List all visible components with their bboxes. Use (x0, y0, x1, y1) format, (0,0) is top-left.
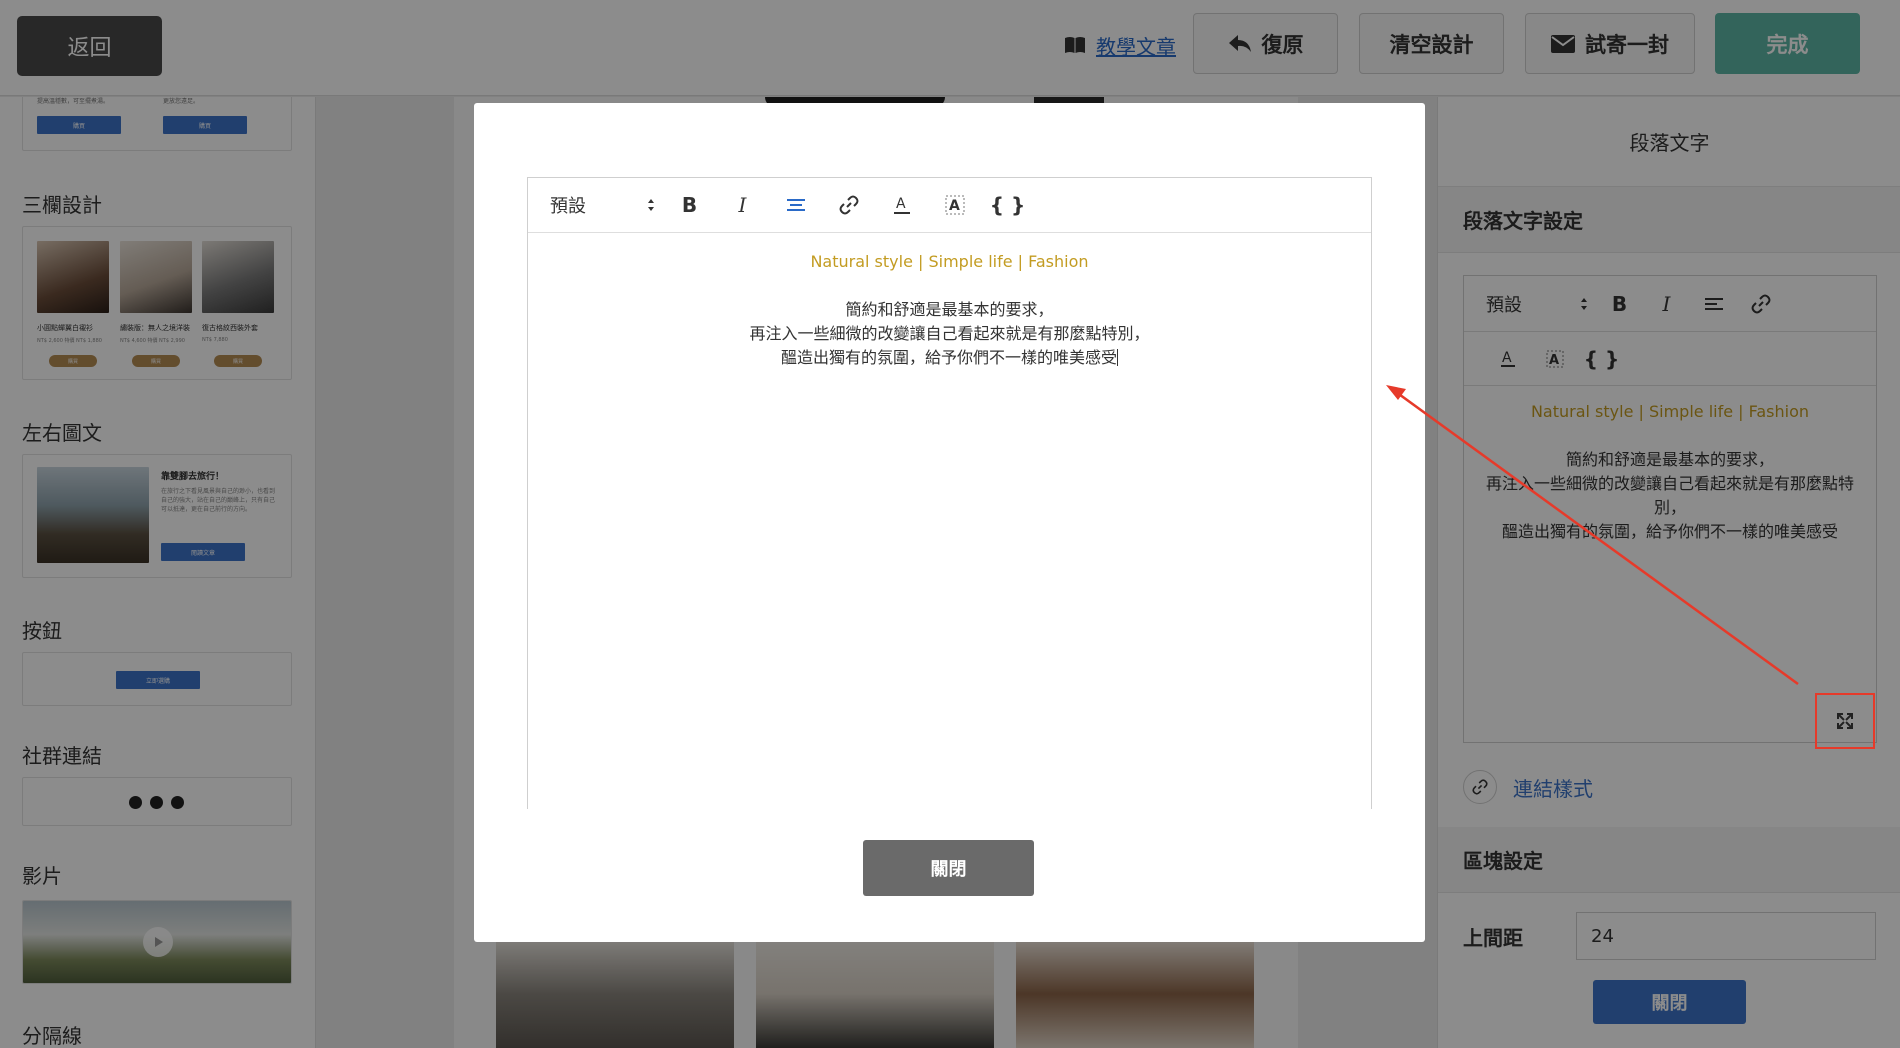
expanded-editor-modal: 預設 B I A A { } Natural style | Simple li… (474, 103, 1425, 942)
modal-close-button[interactable]: 關閉 (863, 840, 1034, 896)
expand-icon[interactable] (1836, 712, 1854, 730)
merge-tag-icon[interactable]: { } (981, 193, 1034, 217)
svg-text:A: A (949, 198, 960, 214)
content-line-3: 再注入一些細微的改變讓自己看起來就是有那麼點特別， (749, 324, 1150, 343)
text-cursor (1117, 349, 1118, 366)
editor-content[interactable]: Natural style | Simple life | Fashion 簡約… (528, 233, 1371, 370)
content-line-1: Natural style | Simple life | Fashion (810, 252, 1089, 271)
content-line-4-text: 醞造出獨有的氛圍，給予你們不一樣的唯美感受 (780, 348, 1117, 367)
link-icon[interactable] (822, 195, 875, 215)
content-line-2: 簡約和舒適是最基本的要求， (845, 300, 1054, 319)
text-color-icon[interactable]: A (875, 195, 928, 215)
align-center-icon[interactable] (769, 198, 822, 212)
format-select-value: 預設 (550, 196, 586, 217)
content-line-4: 醞造出獨有的氛圍，給予你們不一樣的唯美感受 (528, 346, 1371, 370)
editor-toolbar: 預設 B I A A { } (528, 178, 1371, 233)
expand-editor-highlight (1815, 693, 1875, 749)
bold-icon[interactable]: B (663, 193, 716, 217)
format-select[interactable]: 預設 (550, 192, 663, 218)
background-color-icon[interactable]: A (928, 195, 981, 215)
expanded-text-editor[interactable]: 預設 B I A A { } Natural style | Simple li… (527, 177, 1372, 809)
svg-text:A: A (896, 196, 906, 212)
select-updown-icon (648, 199, 654, 211)
italic-icon[interactable]: I (716, 193, 769, 217)
